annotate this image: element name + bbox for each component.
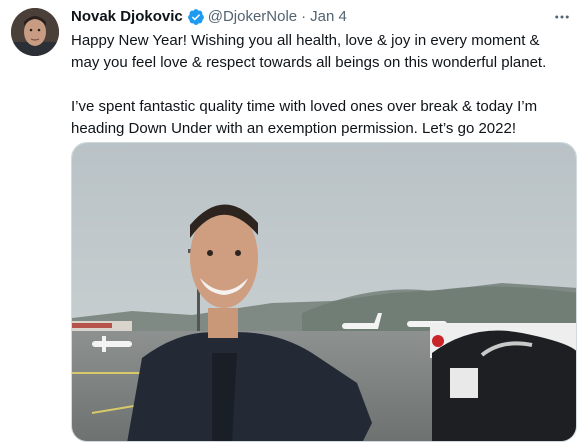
author-name[interactable]: Novak Djokovic <box>71 7 183 27</box>
separator-dot: · <box>301 8 307 25</box>
verified-check-icon <box>187 8 205 26</box>
tweet-date[interactable]: Jan 4 <box>310 7 347 27</box>
author-handle[interactable]: @DjokerNole <box>208 7 297 27</box>
tweet-header: Novak Djokovic @DjokerNole · Jan 4 <box>71 7 347 27</box>
avatar-image <box>11 8 59 56</box>
tweet-paragraph: Happy New Year! Wishing you all health, … <box>71 32 547 71</box>
avatar[interactable] <box>11 8 59 56</box>
tweet-photo[interactable] <box>71 142 577 442</box>
tweet[interactable]: Novak Djokovic @DjokerNole · Jan 4 Happy… <box>0 0 587 442</box>
more-horizontal-icon[interactable] <box>551 6 573 28</box>
airport-photo <box>72 143 576 441</box>
tweet-paragraph: I’ve spent fantastic quality time with l… <box>71 98 538 137</box>
tweet-text: Happy New Year! Wishing you all health, … <box>71 30 571 140</box>
